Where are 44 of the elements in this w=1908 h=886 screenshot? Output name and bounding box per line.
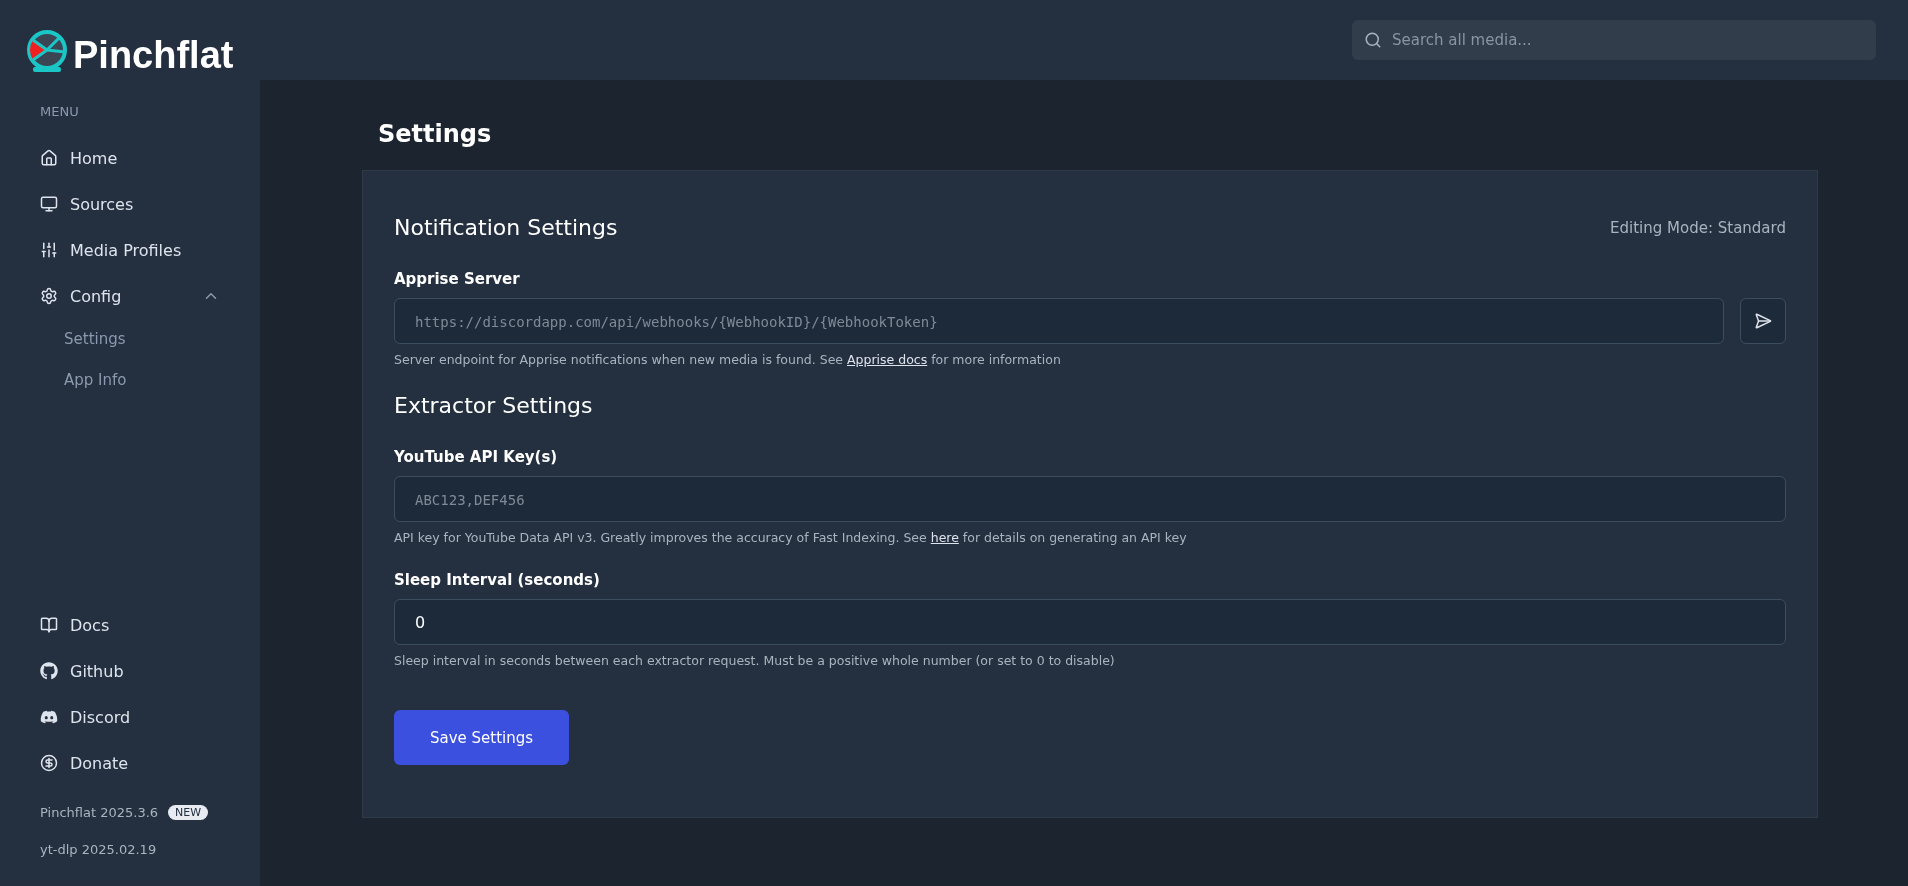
field-label: Apprise Server xyxy=(394,270,521,288)
search-icon xyxy=(1364,31,1382,49)
logo-icon xyxy=(25,30,69,74)
home-icon xyxy=(40,149,58,167)
github-icon xyxy=(40,662,58,680)
search-field[interactable]: Search all media... xyxy=(1352,20,1876,60)
page-title: Settings xyxy=(378,120,493,148)
nav-subitem[interactable]: App Info xyxy=(40,360,127,401)
version-text: Pinchflat 2025.3.6 xyxy=(40,805,159,820)
section-title: Notification Settings xyxy=(394,215,618,240)
nav-link[interactable]: Docs xyxy=(40,602,260,648)
nav-item[interactable]: Sources xyxy=(40,181,260,227)
nav-item[interactable]: Config xyxy=(40,273,260,319)
discord-icon xyxy=(40,708,58,726)
help-link[interactable]: here xyxy=(930,530,959,545)
help-link[interactable]: Apprise docs xyxy=(847,352,928,367)
book-icon xyxy=(40,616,58,634)
input-field[interactable]: ABC123,DEF456 xyxy=(394,476,1786,522)
nav-item[interactable]: Home xyxy=(40,135,260,181)
logo-text: Pinchflat xyxy=(73,36,234,74)
section-title: Extractor Settings xyxy=(394,393,593,418)
nav-link[interactable]: Github xyxy=(40,648,260,694)
save-settings-button[interactable]: Save Settings xyxy=(394,710,569,765)
nav-link[interactable]: Discord xyxy=(40,694,260,740)
help-text: Server endpoint for Apprise notifications when new media is found. See Apprise docs for more information xyxy=(394,352,1062,367)
field-label: Sleep Interval (seconds) xyxy=(394,571,601,589)
monitor-icon xyxy=(40,195,58,213)
field-label: YouTube API Key(s) xyxy=(394,448,559,466)
help-text: Sleep interval in seconds between each extractor request. Must be a positive whole number (or set to 0 to disable) xyxy=(394,653,1116,668)
nav-subitem[interactable]: Settings xyxy=(40,319,126,360)
input-field[interactable]: https://discordapp.com/api/webhooks/{WebhookID}/{WebhookToken} xyxy=(394,298,1725,344)
nav-item[interactable]: Media Profiles xyxy=(40,227,260,273)
menu-heading: MENU xyxy=(40,104,80,119)
send-test-button[interactable] xyxy=(1740,298,1786,344)
send-icon xyxy=(1754,312,1772,330)
version-text: yt-dlp 2025.02.19 xyxy=(40,842,157,857)
input-field[interactable]: 0 xyxy=(394,599,1786,645)
help-text: API key for YouTube Data API v3. Greatly improves the accuracy of Fast Indexing. See here for details on generating an API key xyxy=(394,530,1188,545)
editing-mode-text: Editing Mode: Standard xyxy=(1610,218,1786,237)
dollar-icon xyxy=(40,754,58,772)
nav-link[interactable]: Donate xyxy=(40,740,260,786)
new-badge: NEW xyxy=(168,805,209,820)
sliders-icon xyxy=(40,241,58,259)
settings-icon xyxy=(40,287,58,305)
